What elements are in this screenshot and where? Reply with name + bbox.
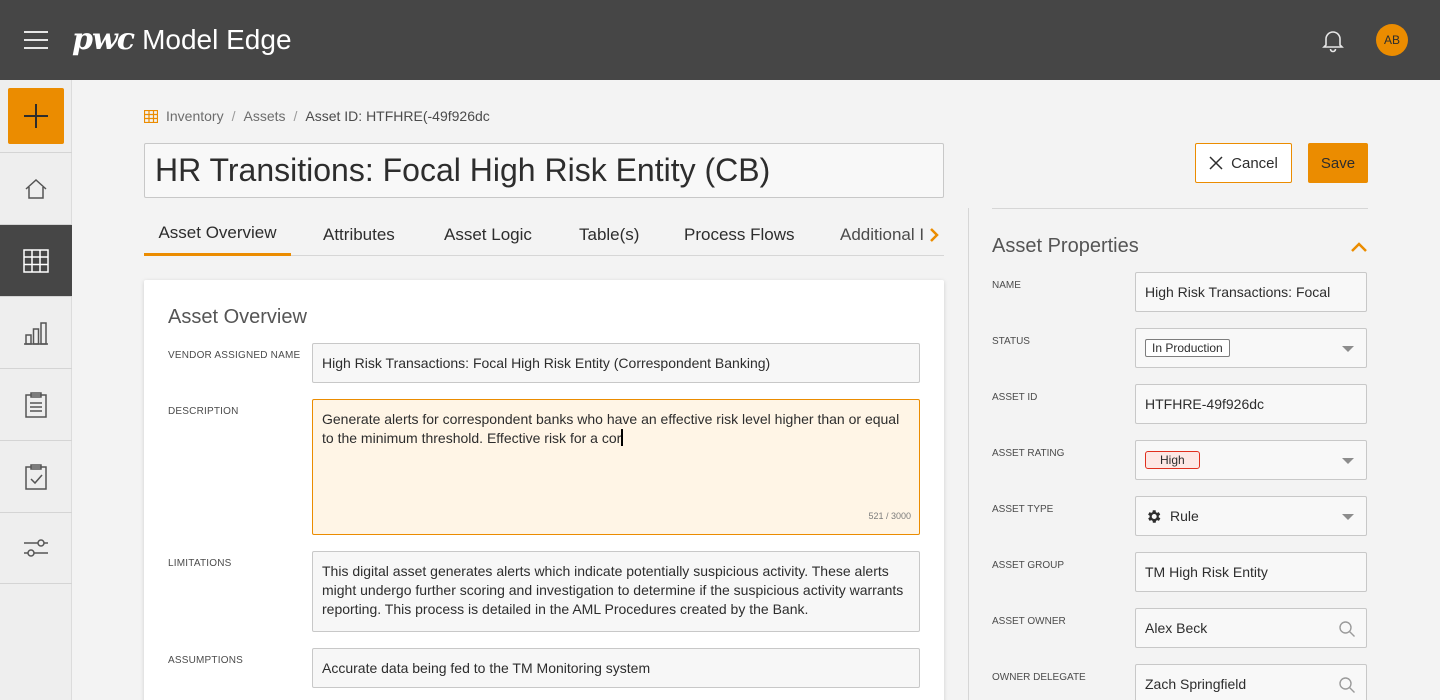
home-icon	[25, 178, 47, 199]
tab-process-flows[interactable]: Process Flows	[684, 213, 795, 256]
asset-owner-value: Alex Beck	[1145, 620, 1208, 636]
vendor-name-field[interactable]: High Risk Transactions: Focal High Risk …	[312, 343, 920, 383]
main-content: Inventory / Assets / Asset ID: HTFHRE(-4…	[72, 80, 1440, 700]
cancel-label: Cancel	[1231, 154, 1278, 172]
description-text: Generate alerts for correspondent banks …	[322, 411, 900, 446]
owner-delegate-label: Owner Delegate	[992, 672, 1086, 683]
name-label: Name	[992, 280, 1021, 291]
chevron-up-icon[interactable]	[1350, 240, 1368, 252]
breadcrumb-separator: /	[231, 108, 236, 124]
asset-properties-title: Asset Properties	[992, 235, 1139, 257]
brand-logo-text: pwc	[72, 22, 135, 57]
tab-asset-logic[interactable]: Asset Logic	[444, 213, 532, 256]
vendor-name-label: Vendor Assigned Name	[168, 350, 301, 361]
asset-owner-field[interactable]: Alex Beck	[1135, 608, 1367, 648]
tab-attributes[interactable]: Attributes	[323, 213, 395, 256]
owner-delegate-value: Zach Springfield	[1145, 676, 1247, 692]
owner-delegate-field[interactable]: Zach Springfield	[1135, 664, 1367, 700]
asset-type-label: Asset Type	[992, 504, 1054, 515]
asset-rating-select[interactable]: High	[1135, 440, 1367, 480]
grid-icon	[144, 109, 158, 123]
asset-rating-label: Asset Rating	[992, 448, 1065, 459]
limitations-textarea[interactable]: This digital asset generates alerts whic…	[312, 551, 920, 632]
hamburger-menu-icon[interactable]	[24, 31, 48, 49]
tab-tables[interactable]: Table(s)	[579, 213, 639, 256]
name-field[interactable]: High Risk Transactions: Focal	[1135, 272, 1367, 312]
rating-chip: High	[1145, 451, 1200, 469]
breadcrumb-current: Asset ID: HTFHRE(-49f926dc	[305, 108, 490, 124]
plus-icon	[24, 104, 48, 128]
panel-divider	[968, 208, 969, 700]
nav-settings[interactable]	[0, 512, 72, 584]
asset-id-label: Asset ID	[992, 392, 1038, 403]
gear-icon	[1145, 508, 1162, 525]
add-button[interactable]	[8, 88, 64, 144]
asset-type-select[interactable]: Rule	[1135, 496, 1367, 536]
asset-group-label: Asset Group	[992, 560, 1065, 571]
top-app-bar: pwc Model Edge AB	[0, 0, 1440, 80]
breadcrumb-inventory[interactable]: Inventory	[166, 108, 224, 124]
asset-tabs: Asset Overview Attributes Asset Logic Ta…	[144, 213, 944, 256]
sliders-icon	[24, 539, 48, 557]
app-logo[interactable]: pwc Model Edge	[72, 22, 292, 58]
user-avatar[interactable]: AB	[1376, 24, 1408, 56]
search-icon[interactable]	[1338, 620, 1356, 638]
asset-group-field[interactable]: TM High Risk Entity	[1135, 552, 1367, 592]
nav-reports[interactable]	[0, 296, 72, 368]
chevron-down-icon	[1342, 346, 1354, 352]
tab-asset-overview[interactable]: Asset Overview	[144, 213, 291, 256]
description-label: Description	[168, 406, 239, 417]
chevron-right-icon[interactable]	[924, 223, 944, 247]
cancel-button[interactable]: Cancel	[1195, 143, 1292, 183]
chevron-down-icon	[1342, 458, 1354, 464]
asset-owner-label: Asset Owner	[992, 616, 1066, 627]
search-icon[interactable]	[1338, 676, 1356, 694]
clipboard-icon	[25, 391, 47, 418]
nav-tasks[interactable]	[0, 368, 72, 440]
properties-top-divider	[992, 208, 1368, 209]
text-cursor	[621, 429, 624, 446]
status-chip: In Production	[1145, 339, 1230, 357]
close-icon	[1209, 156, 1223, 170]
chevron-down-icon	[1342, 514, 1354, 520]
status-label: Status	[992, 336, 1030, 347]
save-button[interactable]: Save	[1308, 143, 1368, 183]
assumptions-label: Assumptions	[168, 655, 243, 666]
limitations-label: Limitations	[168, 558, 232, 569]
asset-type-value: Rule	[1170, 508, 1199, 524]
breadcrumb: Inventory / Assets / Asset ID: HTFHRE(-4…	[144, 108, 490, 124]
nav-reviews[interactable]	[0, 440, 72, 512]
clipboard-check-icon	[25, 463, 47, 490]
bell-icon[interactable]	[1320, 27, 1346, 53]
breadcrumb-assets[interactable]: Assets	[243, 108, 285, 124]
nav-home[interactable]	[0, 152, 72, 224]
status-select[interactable]: In Production	[1135, 328, 1367, 368]
card-title: Asset Overview	[168, 306, 307, 328]
assumptions-field[interactable]: Accurate data being fed to the TM Monito…	[312, 648, 920, 688]
nav-inventory[interactable]	[0, 224, 72, 296]
asset-overview-card: Asset Overview Vendor Assigned Name High…	[144, 280, 944, 700]
asset-id-field[interactable]: HTFHRE-49f926dc	[1135, 384, 1367, 424]
asset-title-field[interactable]: HR Transitions: Focal High Risk Entity (…	[144, 143, 944, 198]
app-name: Model Edge	[142, 24, 292, 55]
tab-additional[interactable]: Additional I	[840, 213, 924, 256]
character-count: 521 / 3000	[868, 511, 911, 521]
bar-chart-icon	[24, 321, 48, 345]
left-navigation	[0, 80, 72, 700]
grid-icon	[23, 248, 49, 273]
breadcrumb-separator: /	[293, 108, 298, 124]
description-textarea[interactable]: Generate alerts for correspondent banks …	[312, 399, 920, 535]
